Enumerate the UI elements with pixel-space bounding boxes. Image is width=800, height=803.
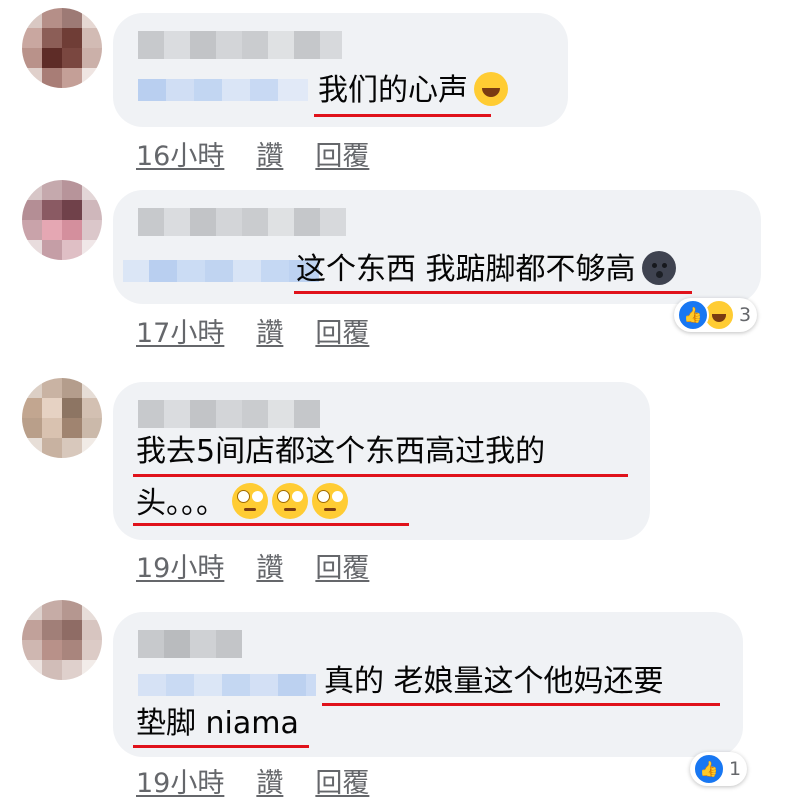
new-moon-face-emoji (641, 251, 676, 285)
highlight-underline (314, 114, 491, 117)
comment-text: 我们的心声 (318, 71, 508, 111)
like-button[interactable]: 讚 (256, 761, 283, 800)
comment-bubble: 我们的心声 (113, 13, 568, 127)
highlight-underline (294, 291, 692, 294)
comment-bubble: 我去5间店都这个东西高过我的 头。。。 (113, 382, 650, 540)
comment-actions: 19小時 讚 回覆 (136, 546, 369, 585)
eye-roll-emoji (232, 483, 268, 519)
comment-text-line-1: 我去5间店都这个东西高过我的 (136, 434, 546, 469)
like-button[interactable]: 讚 (256, 134, 283, 173)
author-name-blurred[interactable] (138, 31, 342, 59)
comment-text: 这个东西 我踮脚都不够高 (296, 250, 676, 290)
comment-actions: 16小時 讚 回覆 (136, 134, 369, 173)
laugh-cry-emoji (474, 72, 508, 106)
like-icon: 👍 (677, 299, 709, 331)
like-icon: 👍 (693, 753, 725, 785)
eye-roll-emoji (272, 483, 308, 519)
reply-button[interactable]: 回覆 (315, 761, 369, 800)
avatar[interactable] (22, 600, 102, 680)
highlight-underline (322, 703, 720, 706)
reply-button[interactable]: 回覆 (315, 134, 369, 173)
author-name-blurred[interactable] (138, 400, 320, 428)
reaction-count: 1 (729, 758, 742, 780)
author-name-blurred[interactable] (138, 208, 346, 236)
reply-button[interactable]: 回覆 (315, 546, 369, 585)
reaction-summary[interactable]: 👍 1 (690, 752, 748, 786)
comment-text-line-2: 头。。。 (136, 483, 348, 524)
highlight-underline (133, 523, 409, 526)
timestamp[interactable]: 19小時 (136, 761, 224, 800)
like-button[interactable]: 讚 (256, 546, 283, 585)
comment-bubble: 真的 老娘量这个他妈还要 垫脚 niama (113, 612, 743, 757)
avatar[interactable] (22, 8, 102, 88)
like-button[interactable]: 讚 (256, 311, 283, 350)
mention-blurred[interactable] (138, 674, 316, 696)
timestamp[interactable]: 16小時 (136, 134, 224, 173)
reply-button[interactable]: 回覆 (315, 311, 369, 350)
comment-actions: 17小時 讚 回覆 (136, 311, 369, 350)
highlight-underline (133, 745, 309, 748)
mention-blurred[interactable] (123, 260, 319, 282)
reaction-summary[interactable]: 👍 3 (674, 298, 758, 332)
comment-bubble: 这个东西 我踮脚都不够高 (113, 190, 761, 304)
comment-text-line-2: 垫脚 niama (136, 706, 299, 741)
timestamp[interactable]: 19小時 (136, 546, 224, 585)
reaction-count: 3 (739, 304, 752, 326)
highlight-underline (133, 474, 628, 477)
avatar[interactable] (22, 180, 102, 260)
comment-text-line-1: 真的 老娘量这个他妈还要 (324, 664, 664, 699)
author-name-blurred[interactable] (138, 630, 242, 658)
timestamp[interactable]: 17小時 (136, 311, 224, 350)
mention-blurred[interactable] (138, 79, 308, 101)
avatar[interactable] (22, 378, 102, 458)
comment-actions: 19小時 讚 回覆 (136, 761, 369, 800)
eye-roll-emoji (312, 483, 348, 519)
